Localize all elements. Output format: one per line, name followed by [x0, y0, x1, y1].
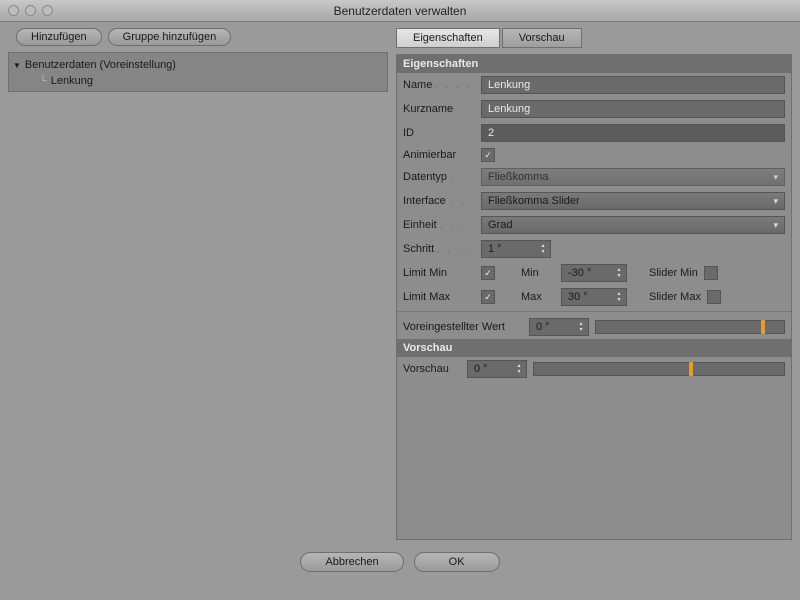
limit-max-checkbox[interactable]: ✓: [481, 290, 495, 304]
section-preview: Vorschau: [397, 339, 791, 357]
spinner-arrows-icon[interactable]: ▴▾: [614, 289, 624, 305]
chevron-down-icon: ▾: [773, 172, 778, 183]
preview-spinner[interactable]: 0 ° ▴▾: [467, 360, 527, 378]
label-name: Name: [403, 79, 432, 91]
label-shortname: Kurzname: [403, 103, 475, 115]
limit-min-checkbox[interactable]: ✓: [481, 266, 495, 280]
tree-branch-icon: └: [39, 75, 47, 87]
tree-root-label: Benutzerdaten (Voreinstellung): [25, 59, 176, 71]
label-max: Max: [521, 291, 555, 303]
left-toolbar: Hinzufügen Gruppe hinzufügen: [8, 22, 388, 52]
label-limit-min: Limit Min: [403, 267, 475, 279]
default-value: 0 °: [536, 321, 550, 333]
label-preview: Vorschau: [403, 363, 461, 375]
unit-dropdown[interactable]: Grad ▾: [481, 216, 785, 234]
label-limit-max: Limit Max: [403, 291, 475, 303]
chevron-down-icon: ▾: [773, 220, 778, 231]
tabs: Eigenschaften Vorschau: [396, 28, 582, 48]
add-button[interactable]: Hinzufügen: [16, 28, 102, 46]
spinner-arrows-icon[interactable]: ▴▾: [514, 361, 524, 377]
slider-min-checkbox[interactable]: [704, 266, 718, 280]
spinner-arrows-icon[interactable]: ▴▾: [538, 241, 548, 257]
interface-value: Fließkomma Slider: [488, 195, 580, 207]
shortname-field[interactable]: [481, 100, 785, 118]
ok-button[interactable]: OK: [414, 552, 500, 572]
tab-preview[interactable]: Vorschau: [502, 28, 582, 48]
cancel-button[interactable]: Abbrechen: [300, 552, 403, 572]
preview-slider[interactable]: [533, 362, 785, 376]
tree-item-label: Lenkung: [51, 75, 93, 87]
chevron-down-icon: ▾: [773, 196, 778, 207]
tab-properties[interactable]: Eigenschaften: [396, 28, 500, 48]
max-value: 30 °: [568, 291, 588, 303]
min-value: -30 °: [568, 267, 591, 279]
animatable-checkbox[interactable]: ✓: [481, 148, 495, 162]
section-properties: Eigenschaften: [397, 55, 791, 73]
min-spinner[interactable]: -30 ° ▴▾: [561, 264, 627, 282]
default-spinner[interactable]: 0 ° ▴▾: [529, 318, 589, 336]
spinner-arrows-icon[interactable]: ▴▾: [614, 265, 624, 281]
label-id: ID: [403, 127, 475, 139]
disclosure-triangle-icon[interactable]: ▼: [13, 61, 21, 70]
tree-view[interactable]: ▼ Benutzerdaten (Voreinstellung) └ Lenku…: [8, 52, 388, 92]
unit-value: Grad: [488, 219, 512, 231]
step-value: 1 °: [488, 243, 502, 255]
interface-dropdown[interactable]: Fließkomma Slider ▾: [481, 192, 785, 210]
default-slider[interactable]: [595, 320, 785, 334]
max-spinner[interactable]: 30 ° ▴▾: [561, 288, 627, 306]
label-slider-min: Slider Min: [649, 267, 698, 279]
footer: Abbrechen OK: [0, 540, 800, 584]
step-spinner[interactable]: 1 ° ▴▾: [481, 240, 551, 258]
preview-value: 0 °: [474, 363, 488, 375]
label-slider-max: Slider Max: [649, 291, 701, 303]
datatype-value: Fließkomma: [488, 171, 549, 183]
right-pane: Eigenschaften Vorschau Eigenschaften Nam…: [396, 22, 792, 540]
label-step: Schritt: [403, 243, 434, 255]
slider-thumb[interactable]: [689, 362, 693, 376]
label-unit: Einheit: [403, 219, 437, 231]
slider-thumb[interactable]: [761, 320, 765, 334]
label-interface: Interface: [403, 195, 446, 207]
titlebar: Benutzerdaten verwalten: [0, 0, 800, 22]
window-title: Benutzerdaten verwalten: [0, 4, 800, 18]
add-group-button[interactable]: Gruppe hinzufügen: [108, 28, 232, 46]
label-default: Voreingestellter Wert: [403, 321, 523, 333]
datatype-dropdown[interactable]: Fließkomma ▾: [481, 168, 785, 186]
id-field[interactable]: [481, 124, 785, 142]
properties-panel: Eigenschaften Name . . . . Kurzname ID A…: [396, 54, 792, 540]
label-min: Min: [521, 267, 555, 279]
main-area: Hinzufügen Gruppe hinzufügen ▼ Benutzerd…: [0, 22, 800, 540]
tree-item-lenkung[interactable]: └ Lenkung: [13, 73, 383, 87]
name-field[interactable]: [481, 76, 785, 94]
spinner-arrows-icon[interactable]: ▴▾: [576, 319, 586, 335]
label-animatable: Animierbar: [403, 149, 475, 161]
label-datatype: Datentyp: [403, 171, 447, 183]
tree-root-item[interactable]: ▼ Benutzerdaten (Voreinstellung): [13, 57, 383, 73]
slider-max-checkbox[interactable]: [707, 290, 721, 304]
